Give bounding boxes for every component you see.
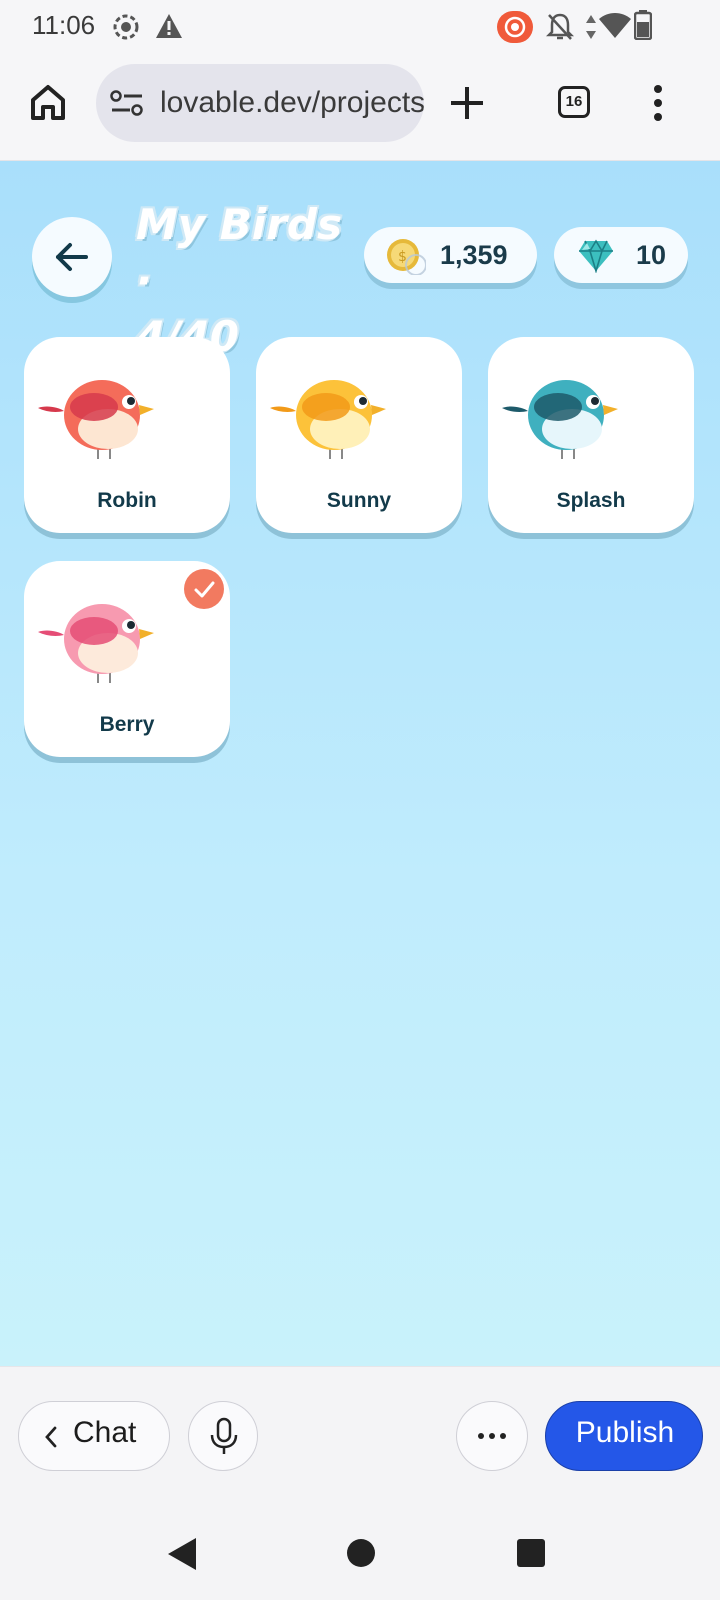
ellipsis-icon xyxy=(478,1433,506,1439)
site-settings-icon[interactable] xyxy=(110,88,146,120)
system-nav-bar xyxy=(0,1502,720,1600)
editor-toolbar: Chat Publish xyxy=(0,1366,720,1503)
url-text[interactable]: lovable.dev/projects xyxy=(160,86,424,120)
voice-input-button[interactable] xyxy=(188,1401,258,1471)
back-button[interactable] xyxy=(32,217,112,297)
nav-back-icon[interactable] xyxy=(166,1536,198,1572)
battery-icon xyxy=(634,10,652,40)
bird-name: Berry xyxy=(99,713,155,736)
address-bar[interactable]: lovable.dev/projects xyxy=(96,64,424,142)
coin-count: 1,359 xyxy=(440,240,508,270)
bird-name: Sunny xyxy=(326,489,392,512)
nav-recents-icon[interactable] xyxy=(516,1538,546,1568)
chat-label: Chat xyxy=(73,1416,137,1449)
gem-counter: 10 xyxy=(554,227,688,283)
bird-illustration xyxy=(270,380,386,459)
bird-name: Splash xyxy=(556,489,626,512)
nav-home-icon[interactable] xyxy=(346,1538,376,1568)
home-icon[interactable] xyxy=(28,82,68,122)
chevron-left-icon xyxy=(45,1426,57,1448)
bird-card-splash[interactable]: Splash xyxy=(488,337,694,533)
bird-card-robin[interactable]: Robin xyxy=(24,337,230,533)
game-viewport: My Birds · 4/40 $ 1,359 10 Robin Sunny S… xyxy=(0,161,720,1366)
new-tab-icon[interactable] xyxy=(448,84,486,122)
microphone-icon xyxy=(210,1417,238,1454)
status-time: 11:06 xyxy=(32,10,96,40)
check-icon xyxy=(194,581,215,598)
data-arrows-icon xyxy=(586,15,596,39)
cast-icon xyxy=(497,11,533,43)
browser-toolbar: lovable.dev/projects 16 xyxy=(0,56,720,161)
publish-label: Publish xyxy=(575,1416,675,1449)
more-options-button[interactable] xyxy=(456,1401,528,1471)
gem-count: 10 xyxy=(636,240,667,270)
screen-record-icon xyxy=(113,14,139,40)
title-line-1: My Birds · xyxy=(136,200,342,305)
bird-name: Robin xyxy=(97,489,157,512)
notifications-off-icon xyxy=(546,13,574,40)
bird-card-sunny[interactable]: Sunny xyxy=(256,337,462,533)
tab-switcher-icon[interactable]: 16 xyxy=(558,86,590,118)
publish-button[interactable]: Publish xyxy=(545,1401,703,1471)
bird-card-berry[interactable]: Berry xyxy=(24,561,230,757)
warning-icon xyxy=(156,14,182,38)
chat-button[interactable]: Chat xyxy=(18,1401,170,1471)
coin-counter: $ 1,359 xyxy=(364,227,537,283)
bird-illustration xyxy=(38,604,154,683)
bird-illustration xyxy=(38,380,154,459)
status-bar: 11:06 xyxy=(0,0,720,56)
selected-check-badge xyxy=(184,569,224,609)
bird-illustration xyxy=(502,380,618,459)
coin-icon: $ xyxy=(387,239,426,275)
overflow-menu-icon[interactable] xyxy=(652,84,664,122)
arrow-left-icon xyxy=(56,243,88,271)
gem-icon xyxy=(579,239,613,273)
wifi-icon xyxy=(599,13,631,38)
